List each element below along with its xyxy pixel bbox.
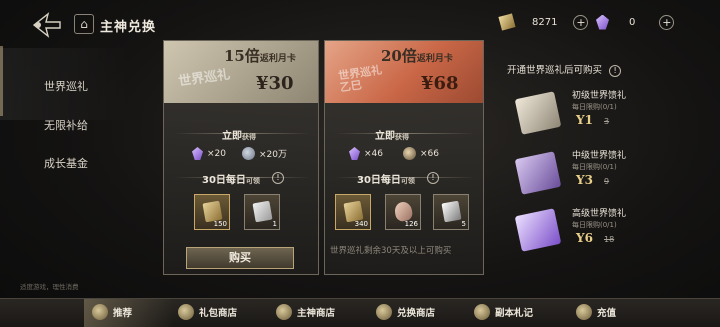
card-subtitle: 世界巡礼 乙巳 — [337, 63, 383, 95]
card-multiplier: 20倍返利月卡 — [381, 47, 453, 65]
sidebar-item-growth-fund[interactable]: 成长基金 — [44, 155, 88, 171]
info-icon[interactable]: ! — [609, 65, 622, 77]
currency-gem: 0 + — [596, 12, 675, 32]
tab-god-shop[interactable]: 主神商店 — [276, 304, 335, 320]
reward-gem: ×46 — [349, 147, 383, 160]
reward-orb: ×66 — [403, 147, 439, 160]
home-button[interactable]: ⌂ — [74, 14, 94, 34]
back-button[interactable] — [30, 10, 64, 40]
tab-gift-shop[interactable]: 礼包商店 — [178, 304, 237, 320]
tab-exchange-shop[interactable]: 兑换商店 — [376, 304, 435, 320]
gift-limit: 每日限购(0/1) — [572, 221, 617, 229]
gem-icon — [349, 147, 360, 160]
gift-name: 高级世界馈礼 — [572, 209, 627, 219]
add-gold-button[interactable]: + — [573, 14, 589, 30]
reward-gem: ×20 — [192, 147, 226, 160]
sidebar-item-infinite-supply[interactable]: 无限补给 — [44, 117, 88, 133]
card-icon — [252, 200, 273, 223]
gift-limit: 每日限购(0/1) — [572, 103, 617, 111]
coin-icon — [242, 147, 255, 160]
gift-box-icon[interactable] — [514, 151, 562, 195]
card-multiplier: 15倍返利月卡 — [224, 47, 296, 65]
sidebar-active-bar — [0, 46, 3, 116]
page-title: 主神兑换 — [100, 20, 157, 35]
gift-price: Y6 — [576, 231, 593, 245]
gem-icon — [192, 147, 203, 160]
card-price: ¥30 — [256, 73, 294, 94]
buy-button[interactable]: 购买 — [186, 247, 294, 269]
gift-original-price: 3 — [604, 117, 610, 126]
reward-slot-crystal[interactable]: 5 — [433, 194, 469, 230]
tab-recharge[interactable]: 充值 — [576, 304, 616, 320]
gift-box-icon[interactable] — [514, 208, 562, 252]
purchase-notice: 世界巡礼剩余30天及以上可购买 — [330, 246, 452, 256]
card-price: ¥68 — [421, 73, 459, 94]
back-arrow-icon — [32, 12, 61, 38]
right-panel-title: 开通世界巡礼后可购买 ! — [507, 62, 622, 77]
gift-box-icon[interactable] — [514, 91, 562, 135]
tab-dungeon-notes[interactable]: 副本札记 — [474, 304, 533, 320]
card-header: 15倍返利月卡 世界巡礼 ¥30 — [164, 41, 318, 103]
gold-ticket-icon — [498, 13, 516, 31]
gift-price: Y3 — [576, 173, 593, 187]
reward-slot-ticket[interactable]: 340 — [335, 194, 371, 230]
reward-slot-ticket[interactable]: 150 — [194, 194, 230, 230]
orb-icon — [403, 147, 416, 160]
currency-gold-value: 8271 — [532, 16, 558, 28]
purple-gem-icon — [596, 14, 609, 30]
info-icon[interactable]: ! — [272, 172, 284, 184]
gift-original-price: 9 — [604, 177, 610, 186]
currency-gem-value: 0 — [629, 16, 636, 28]
gift-name: 中级世界馈礼 — [572, 151, 627, 161]
recharge-icon — [576, 304, 592, 320]
info-icon[interactable]: ! — [427, 172, 439, 184]
reward-slot-card[interactable]: 1 — [244, 194, 280, 230]
month-card-68: 20倍返利月卡 世界巡礼 乙巳 ¥68 立即获得 ×46 ×66 30日每日可领… — [324, 40, 484, 275]
month-card-30: 15倍返利月卡 世界巡礼 ¥30 立即获得 ×20 ×20万 30日每日可领 !… — [163, 40, 319, 275]
god-shop-icon — [276, 304, 292, 320]
currency-gold: 8271 + — [498, 12, 589, 32]
dungeon-notes-icon — [474, 304, 490, 320]
daily-label: 30日每日可领 — [202, 175, 260, 186]
add-gem-button[interactable]: + — [659, 14, 675, 30]
tab-recommend[interactable]: 推荐 — [92, 304, 132, 320]
gift-original-price: 18 — [604, 235, 615, 244]
gift-shop-icon — [178, 304, 194, 320]
recommend-icon — [92, 304, 108, 320]
home-icon: ⌂ — [80, 17, 88, 31]
card-subtitle: 世界巡礼 — [177, 67, 232, 90]
instant-label: 立即获得 — [375, 131, 409, 142]
gift-limit: 每日限购(0/1) — [572, 163, 617, 171]
card-header: 20倍返利月卡 世界巡礼 乙巳 ¥68 — [325, 41, 483, 103]
daily-label: 30日每日可领 — [357, 175, 415, 186]
reward-coin: ×20万 — [242, 147, 287, 160]
exchange-shop-icon — [376, 304, 392, 320]
gift-name: 初级世界馈礼 — [572, 91, 627, 101]
reward-slot-heart[interactable]: 126 — [385, 194, 421, 230]
crystal-icon — [441, 200, 462, 223]
footer-note: 适度游戏，理性消费 — [20, 283, 79, 291]
gift-price: Y1 — [576, 113, 593, 127]
sidebar-item-world-pilgrimage[interactable]: 世界巡礼 — [44, 78, 88, 94]
instant-label: 立即获得 — [222, 131, 256, 142]
